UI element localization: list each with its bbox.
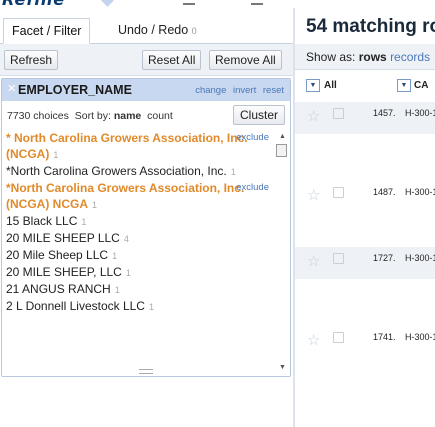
sort-name-option[interactable]: name: [114, 110, 141, 122]
list-item[interactable]: 21 ANGUS RANCH 1: [2, 281, 277, 298]
app-logo: Refine: [2, 0, 65, 8]
case-cell: H-300-1: [405, 187, 435, 197]
choices-scrollbar[interactable]: ▲ ▼: [276, 132, 288, 373]
data-panel: 54 matching rows Show as: rows records ▼…: [295, 8, 435, 427]
choice-name[interactable]: 21 ANGUS RANCH: [6, 282, 111, 296]
flag-icon[interactable]: [333, 332, 344, 343]
choice-name[interactable]: 2 L Donnell Livestock LLC: [6, 299, 145, 313]
tab-label: Facet / Filter: [12, 24, 82, 38]
records-option[interactable]: records: [390, 50, 430, 64]
list-item[interactable]: *North Carolina Growers Association, Inc…: [2, 163, 277, 180]
list-item[interactable]: 15 Black LLC 1: [2, 213, 277, 230]
choice-count: 1: [81, 217, 87, 227]
show-as: Show as: rows records: [306, 50, 430, 64]
change-link[interactable]: change: [195, 85, 226, 96]
choice-name[interactable]: *North Carolina Growers Association, Inc…: [6, 164, 227, 178]
facet-employer-name: ✕ EMPLOYER_NAME change invert reset 7730…: [1, 78, 291, 377]
case-cell: H-300-1: [405, 332, 435, 342]
table-row[interactable]: ☆ 1741. H-300-1: [295, 326, 435, 358]
choices-count: 7730 choices: [7, 110, 69, 122]
table-row[interactable]: ☆ 1457. H-300-1: [295, 102, 435, 134]
flag-icon[interactable]: [333, 253, 344, 264]
resize-grip[interactable]: [139, 369, 153, 374]
row-index: 1727.: [373, 253, 396, 263]
left-panel: Facet / Filter Undo / Redo 0 Refresh Res…: [0, 8, 293, 427]
scroll-down-icon[interactable]: ▼: [277, 363, 288, 373]
logo-diamond-icon: [101, 0, 114, 7]
star-icon[interactable]: ☆: [307, 331, 320, 349]
column-all-label: All: [324, 80, 337, 91]
flag-icon[interactable]: [333, 108, 344, 119]
scrollbar-thumb[interactable]: [276, 144, 287, 157]
column-header-row: ▼ All ▼ CA: [295, 74, 435, 104]
column-case-label: CA: [414, 80, 429, 91]
list-item[interactable]: 20 Mile Sheep LLC 1: [2, 247, 277, 264]
choice-name[interactable]: * North Carolina Growers Association, In…: [6, 131, 248, 161]
app-header: Refine: [0, 0, 435, 8]
dropdown-icon[interactable]: ▼: [306, 79, 320, 92]
facet-toolbar: Refresh Reset All Remove All: [0, 44, 293, 76]
choice-count: 1: [92, 200, 98, 210]
list-item[interactable]: 20 MILE SHEEP, LLC 1: [2, 264, 277, 281]
choice-count: 1: [114, 285, 120, 295]
choice-name[interactable]: 20 MILE SHEEP, LLC: [6, 265, 122, 279]
table-row[interactable]: ☆ 1487. H-300-1: [295, 181, 435, 213]
facet-header-links: change invert reset: [191, 85, 284, 96]
list-item[interactable]: 20 MILE SHEEP LLC 4: [2, 230, 277, 247]
row-index: 1487.: [373, 187, 396, 197]
choice-name[interactable]: *North Carolina Growers Association, Inc…: [6, 181, 244, 211]
tab-facet-filter[interactable]: Facet / Filter: [3, 18, 91, 44]
exclude-link[interactable]: exclude: [236, 130, 269, 146]
rows-option[interactable]: rows: [359, 50, 387, 64]
undo-count: 0: [191, 26, 197, 36]
cluster-button[interactable]: Cluster: [232, 105, 285, 125]
reset-link[interactable]: reset: [263, 85, 284, 96]
facet-header: ✕ EMPLOYER_NAME change invert reset: [2, 79, 290, 101]
reset-all-button[interactable]: Reset All: [142, 50, 202, 70]
header-divider: [251, 3, 263, 5]
facet-info: 7730 choices Sort by: name count: [7, 110, 173, 122]
scroll-up-icon[interactable]: ▲: [277, 132, 288, 142]
tab-label: Undo / Redo: [118, 23, 189, 37]
choice-count: 1: [125, 268, 131, 278]
left-tabs: Facet / Filter Undo / Redo 0: [0, 18, 293, 44]
sort-count-option[interactable]: count: [147, 110, 173, 122]
choice-name[interactable]: 20 MILE SHEEP LLC: [6, 231, 120, 245]
refresh-button[interactable]: Refresh: [4, 50, 59, 70]
list-item[interactable]: 2 L Donnell Livestock LLC 1: [2, 298, 277, 315]
star-icon[interactable]: ☆: [307, 252, 320, 270]
sort-by-label: Sort by:: [74, 110, 111, 122]
case-cell: H-300-1: [405, 108, 435, 118]
dropdown-icon[interactable]: ▼: [397, 79, 411, 92]
choice-count: 1: [230, 167, 236, 177]
view-mode-bar: Show as: rows records: [295, 44, 435, 70]
row-index: 1457.: [373, 108, 396, 118]
exclude-link[interactable]: exclude: [236, 180, 269, 196]
choice-count: 1: [112, 251, 118, 261]
choice-count: 1: [148, 302, 154, 312]
star-icon[interactable]: ☆: [307, 186, 320, 204]
page-title: 54 matching rows: [306, 16, 435, 37]
show-as-label: Show as:: [306, 50, 356, 64]
list-item[interactable]: *North Carolina Growers Association, Inc…: [2, 180, 277, 213]
row-index: 1741.: [373, 332, 396, 342]
flag-icon[interactable]: [333, 187, 344, 198]
case-cell: H-300-1: [405, 253, 435, 263]
facet-subheader: 7730 choices Sort by: name count Cluster: [2, 101, 290, 129]
choice-count: 4: [123, 234, 129, 244]
list-item[interactable]: * North Carolina Growers Association, In…: [2, 130, 277, 163]
choice-name[interactable]: 15 Black LLC: [6, 214, 77, 228]
star-icon[interactable]: ☆: [307, 107, 320, 125]
facet-choices-list: * North Carolina Growers Association, In…: [2, 130, 277, 376]
choice-name[interactable]: 20 Mile Sheep LLC: [6, 248, 108, 262]
header-divider: [183, 3, 195, 5]
remove-all-button[interactable]: Remove All: [209, 50, 282, 70]
tab-undo-redo[interactable]: Undo / Redo 0: [110, 18, 205, 44]
table-row[interactable]: ☆ 1727. H-300-1: [295, 247, 435, 279]
invert-link[interactable]: invert: [233, 85, 256, 96]
facet-title: EMPLOYER_NAME: [18, 83, 132, 97]
choice-count: 1: [53, 150, 59, 160]
close-icon[interactable]: ✕: [7, 82, 16, 95]
